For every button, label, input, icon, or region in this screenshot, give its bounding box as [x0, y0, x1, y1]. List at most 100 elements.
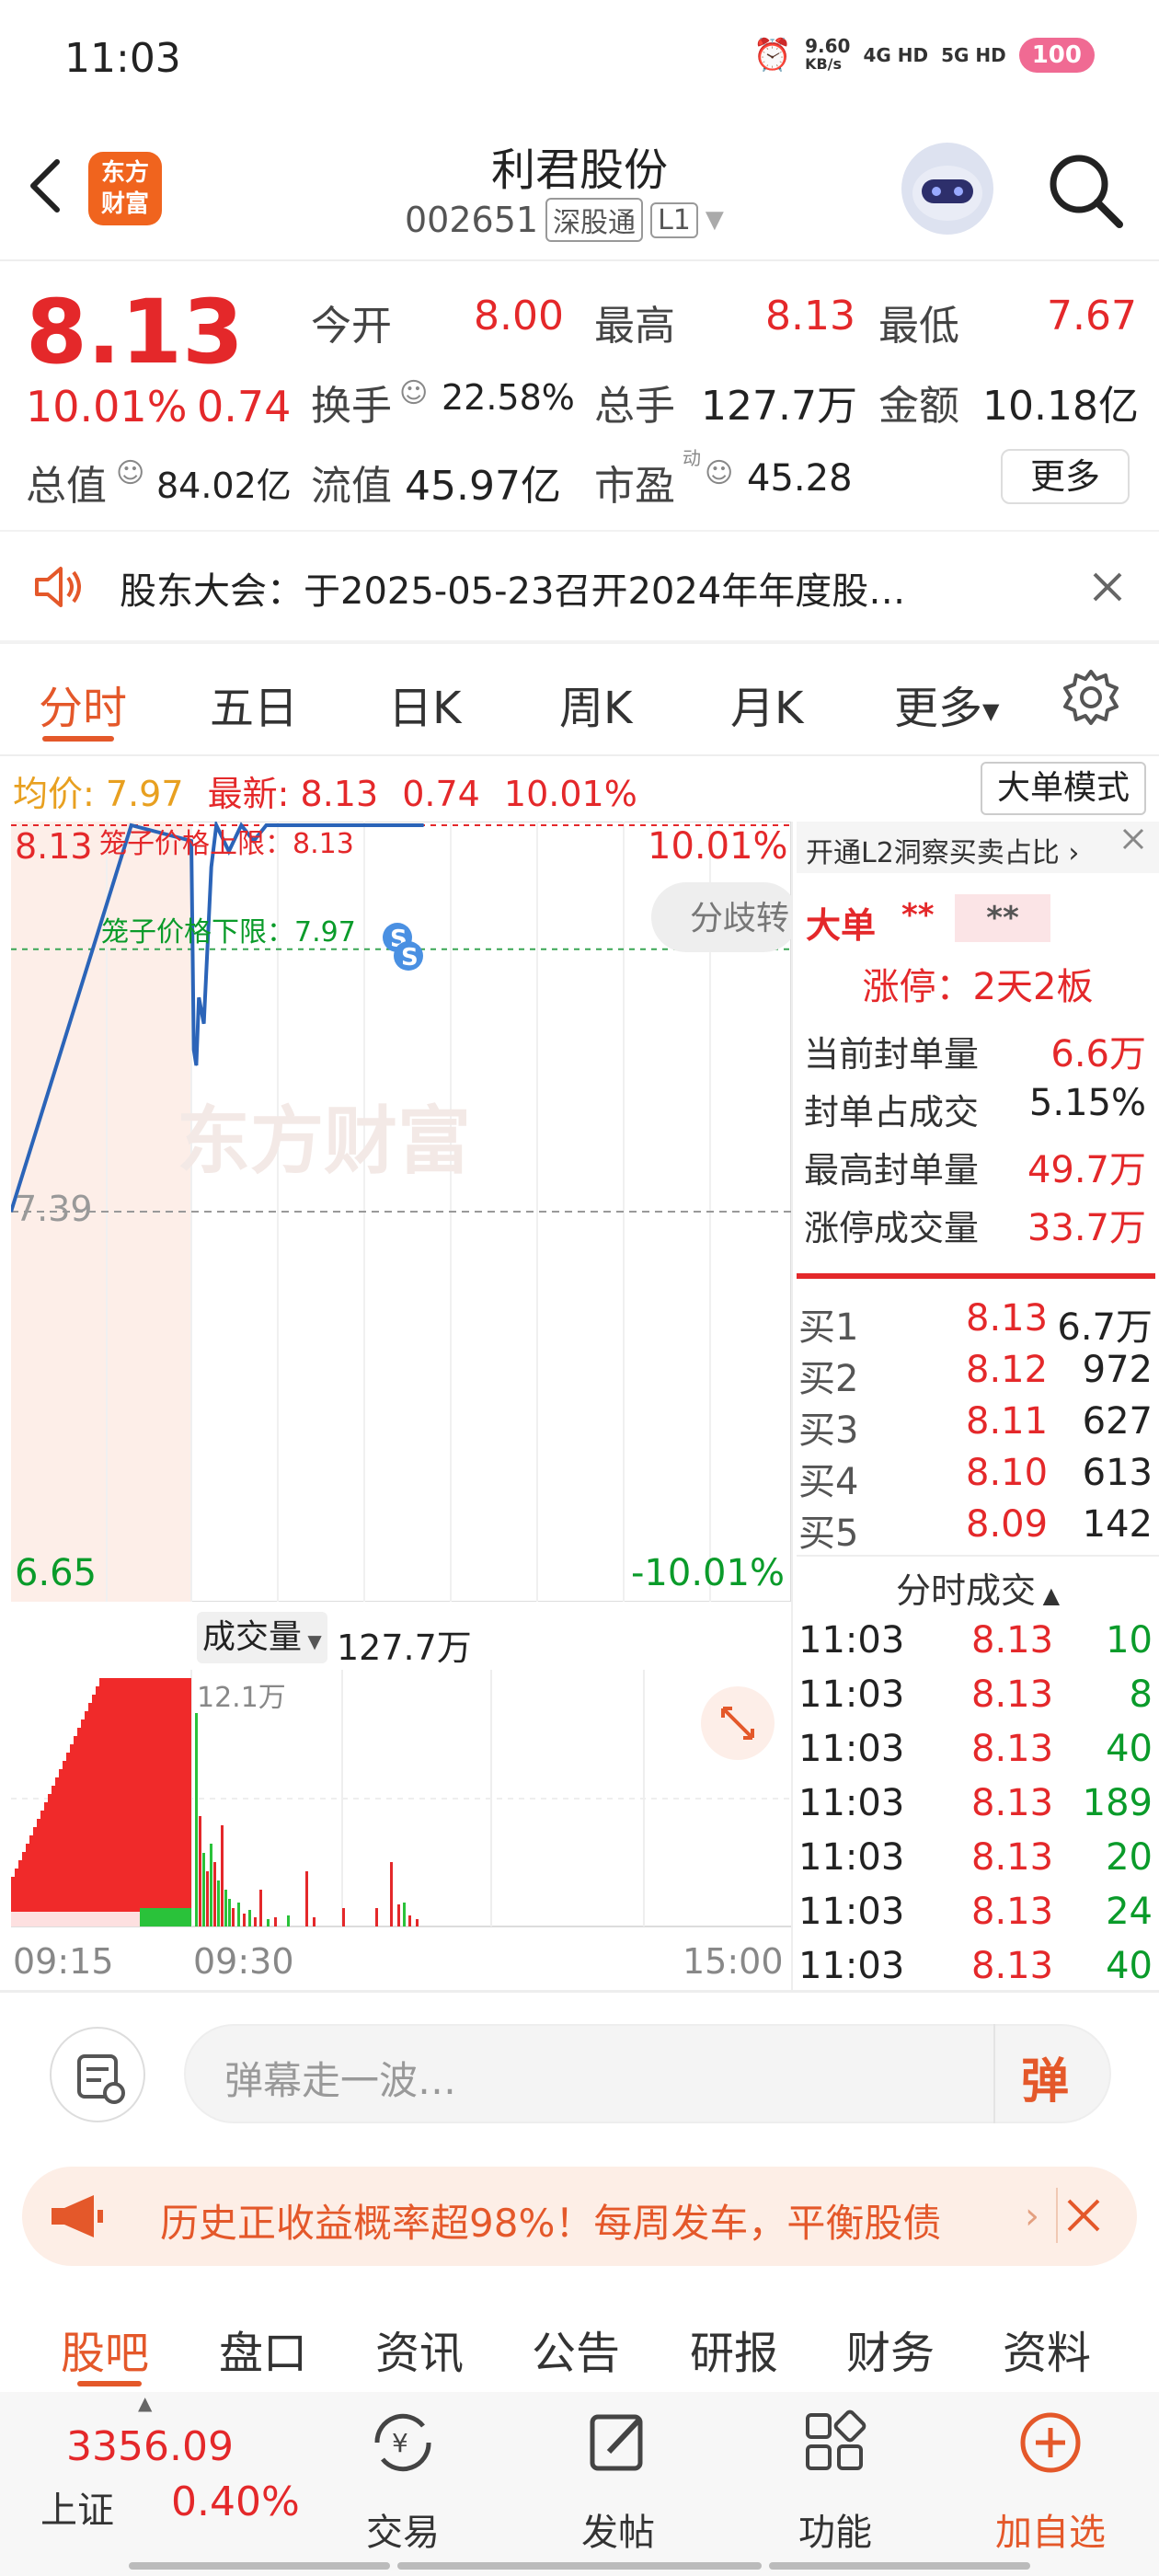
volume-bar [217, 1880, 220, 1926]
auction-volume-bar [136, 1678, 140, 1926]
ticks-title[interactable]: 分时成交 ▲ [797, 1562, 1159, 1613]
volume-selector[interactable]: 成交量 ▼ [197, 1612, 327, 1663]
high-value: 8.13 [765, 293, 855, 339]
tab-five-day[interactable]: 五日 [210, 672, 298, 736]
order-book-row[interactable]: 买2 8.12 972 [798, 1349, 1153, 1400]
tab-announcement[interactable]: 公告 [532, 2317, 620, 2381]
tick-volume: 189 [1082, 1782, 1153, 1824]
divergence-button[interactable]: 分歧转 [651, 882, 791, 952]
stock-detail-screen: 11:03 ⏰ 9.60 KB/s 4G HD 5G HD 100 东方财富 利… [0, 0, 1159, 2576]
trade-icon[interactable]: ¥ [366, 2406, 440, 2479]
ob-price: 8.12 [966, 1349, 1049, 1391]
chart-bottom-divider [0, 1990, 1159, 1993]
auction-volume-bar [44, 1802, 48, 1926]
index-pct[interactable]: 0.40% [171, 2478, 300, 2525]
status-time: 11:03 [64, 35, 181, 82]
tick-time: 11:03 [798, 1619, 905, 1662]
status-icons: ⏰ 9.60 KB/s 4G HD 5G HD 100 [753, 37, 1095, 74]
notice-divider [0, 640, 1159, 644]
volume-bar [195, 1713, 198, 1926]
tab-more[interactable]: 更多▼ [894, 672, 999, 736]
volume-chart[interactable]: 12.1万 [11, 1670, 791, 1937]
stat-value: 49.7万 [1027, 1149, 1146, 1191]
auction-volume-bar [55, 1777, 59, 1926]
settings-gear-icon[interactable] [1061, 668, 1120, 727]
auction-volume-bar [162, 1678, 166, 1926]
volume-bar [259, 1890, 262, 1926]
post-icon[interactable] [581, 2406, 655, 2479]
close-icon[interactable] [1120, 826, 1146, 852]
index-value[interactable]: 3356.09 [66, 2423, 234, 2470]
tab-monthly-k[interactable]: 月K [730, 672, 803, 736]
tab-more-label: 更多 [894, 683, 983, 734]
volume-bar [313, 1917, 316, 1926]
auction-volume-bar [118, 1678, 121, 1926]
tick-volume: 20 [1106, 1836, 1153, 1879]
ob-label: 买1 [798, 1306, 859, 1349]
stat-label: 当前封单量 [804, 1034, 980, 1075]
auction-volume-bar [140, 1678, 143, 1926]
search-icon[interactable] [1044, 149, 1127, 232]
auction-volume-bar [37, 1819, 40, 1926]
close-icon[interactable] [1091, 570, 1124, 604]
tick-row: 11:03 8.13 20 [798, 1836, 1153, 1890]
big-order-value-2: ** [955, 894, 1050, 942]
tab-research[interactable]: 研报 [690, 2317, 778, 2381]
more-button[interactable]: 更多 [1001, 449, 1130, 504]
mktcap-label: 总值 [26, 463, 107, 510]
nav-add-watchlist[interactable]: 加自选 [977, 2502, 1124, 2556]
add-watchlist-icon[interactable] [1014, 2406, 1087, 2479]
turnover-label: 换手 [311, 383, 392, 430]
caret-down-icon[interactable]: ▼ [706, 206, 724, 234]
big-order-mode-button[interactable]: 大单模式 [981, 762, 1146, 815]
nav-post[interactable]: 发帖 [545, 2502, 692, 2556]
open-value: 8.00 [474, 293, 564, 339]
order-book-row[interactable]: 买1 8.13 6.7万 [798, 1297, 1153, 1349]
intraday-price-chart[interactable]: 东方财富 8.13 笼子价格上限：8.13 笼子价格下限：7.97 10.01%… [11, 822, 791, 1602]
l2-title[interactable]: 开通L2洞察买卖占比 › [806, 830, 1079, 870]
danmu-settings-button[interactable] [50, 2027, 145, 2122]
low-label: 最低 [878, 303, 959, 350]
price-point [266, 824, 267, 826]
nav-functions[interactable]: 功能 [762, 2502, 909, 2556]
info-icon[interactable]: ☺ [399, 377, 428, 409]
auction-volume-bar [158, 1678, 162, 1926]
big-order-value-1: ** [901, 897, 935, 934]
danmu-send-button[interactable]: 弹 [1021, 2042, 1069, 2111]
tabs-divider [0, 754, 1159, 756]
tab-news[interactable]: 资讯 [375, 2317, 464, 2381]
order-book-row[interactable]: 买4 8.10 613 [798, 1452, 1153, 1503]
tab-daily-k[interactable]: 日K [388, 672, 461, 736]
tick-price: 8.13 [971, 1836, 1054, 1879]
info-icon[interactable]: ☺ [705, 457, 733, 489]
expand-button[interactable] [701, 1686, 775, 1760]
auction-volume-bar [52, 1786, 55, 1926]
order-book-row[interactable]: 买3 8.11 627 [798, 1400, 1153, 1452]
chevron-right-icon: › [1059, 837, 1080, 869]
divergence-label: 分歧转 [690, 900, 789, 937]
functions-icon[interactable] [798, 2406, 872, 2479]
tab-weekly-k[interactable]: 周K [559, 672, 632, 736]
home-indicator [769, 2562, 1030, 2570]
price-point [416, 824, 417, 826]
auction-volume-bar [48, 1794, 52, 1926]
change-pct: 10.01% [26, 382, 188, 431]
tab-finance[interactable]: 财务 [846, 2317, 935, 2381]
tab-pankou[interactable]: 盘口 [219, 2317, 307, 2381]
index-name[interactable]: 上证 [40, 2480, 114, 2534]
nav-trade[interactable]: 交易 [329, 2502, 476, 2556]
volume-bar [228, 1899, 231, 1926]
tick-row: 11:03 8.13 10 [798, 1619, 1153, 1673]
robot-assistant-avatar[interactable] [901, 143, 993, 235]
order-book-row[interactable]: 买5 8.09 142 [798, 1503, 1153, 1555]
big-order-label: 大单 [806, 905, 877, 946]
tab-profile[interactable]: 资料 [1003, 2317, 1091, 2381]
close-icon[interactable] [1065, 2197, 1102, 2234]
price-point [378, 824, 380, 826]
tab-intraday[interactable]: 分时 [39, 672, 127, 736]
tick-time: 11:03 [798, 1891, 905, 1933]
upper-price-label: 8.13 [15, 826, 93, 867]
info-icon[interactable]: ☺ [116, 457, 144, 489]
stat-label: 封单占成交 [804, 1092, 980, 1133]
tab-guba[interactable]: 股吧 [61, 2317, 149, 2381]
